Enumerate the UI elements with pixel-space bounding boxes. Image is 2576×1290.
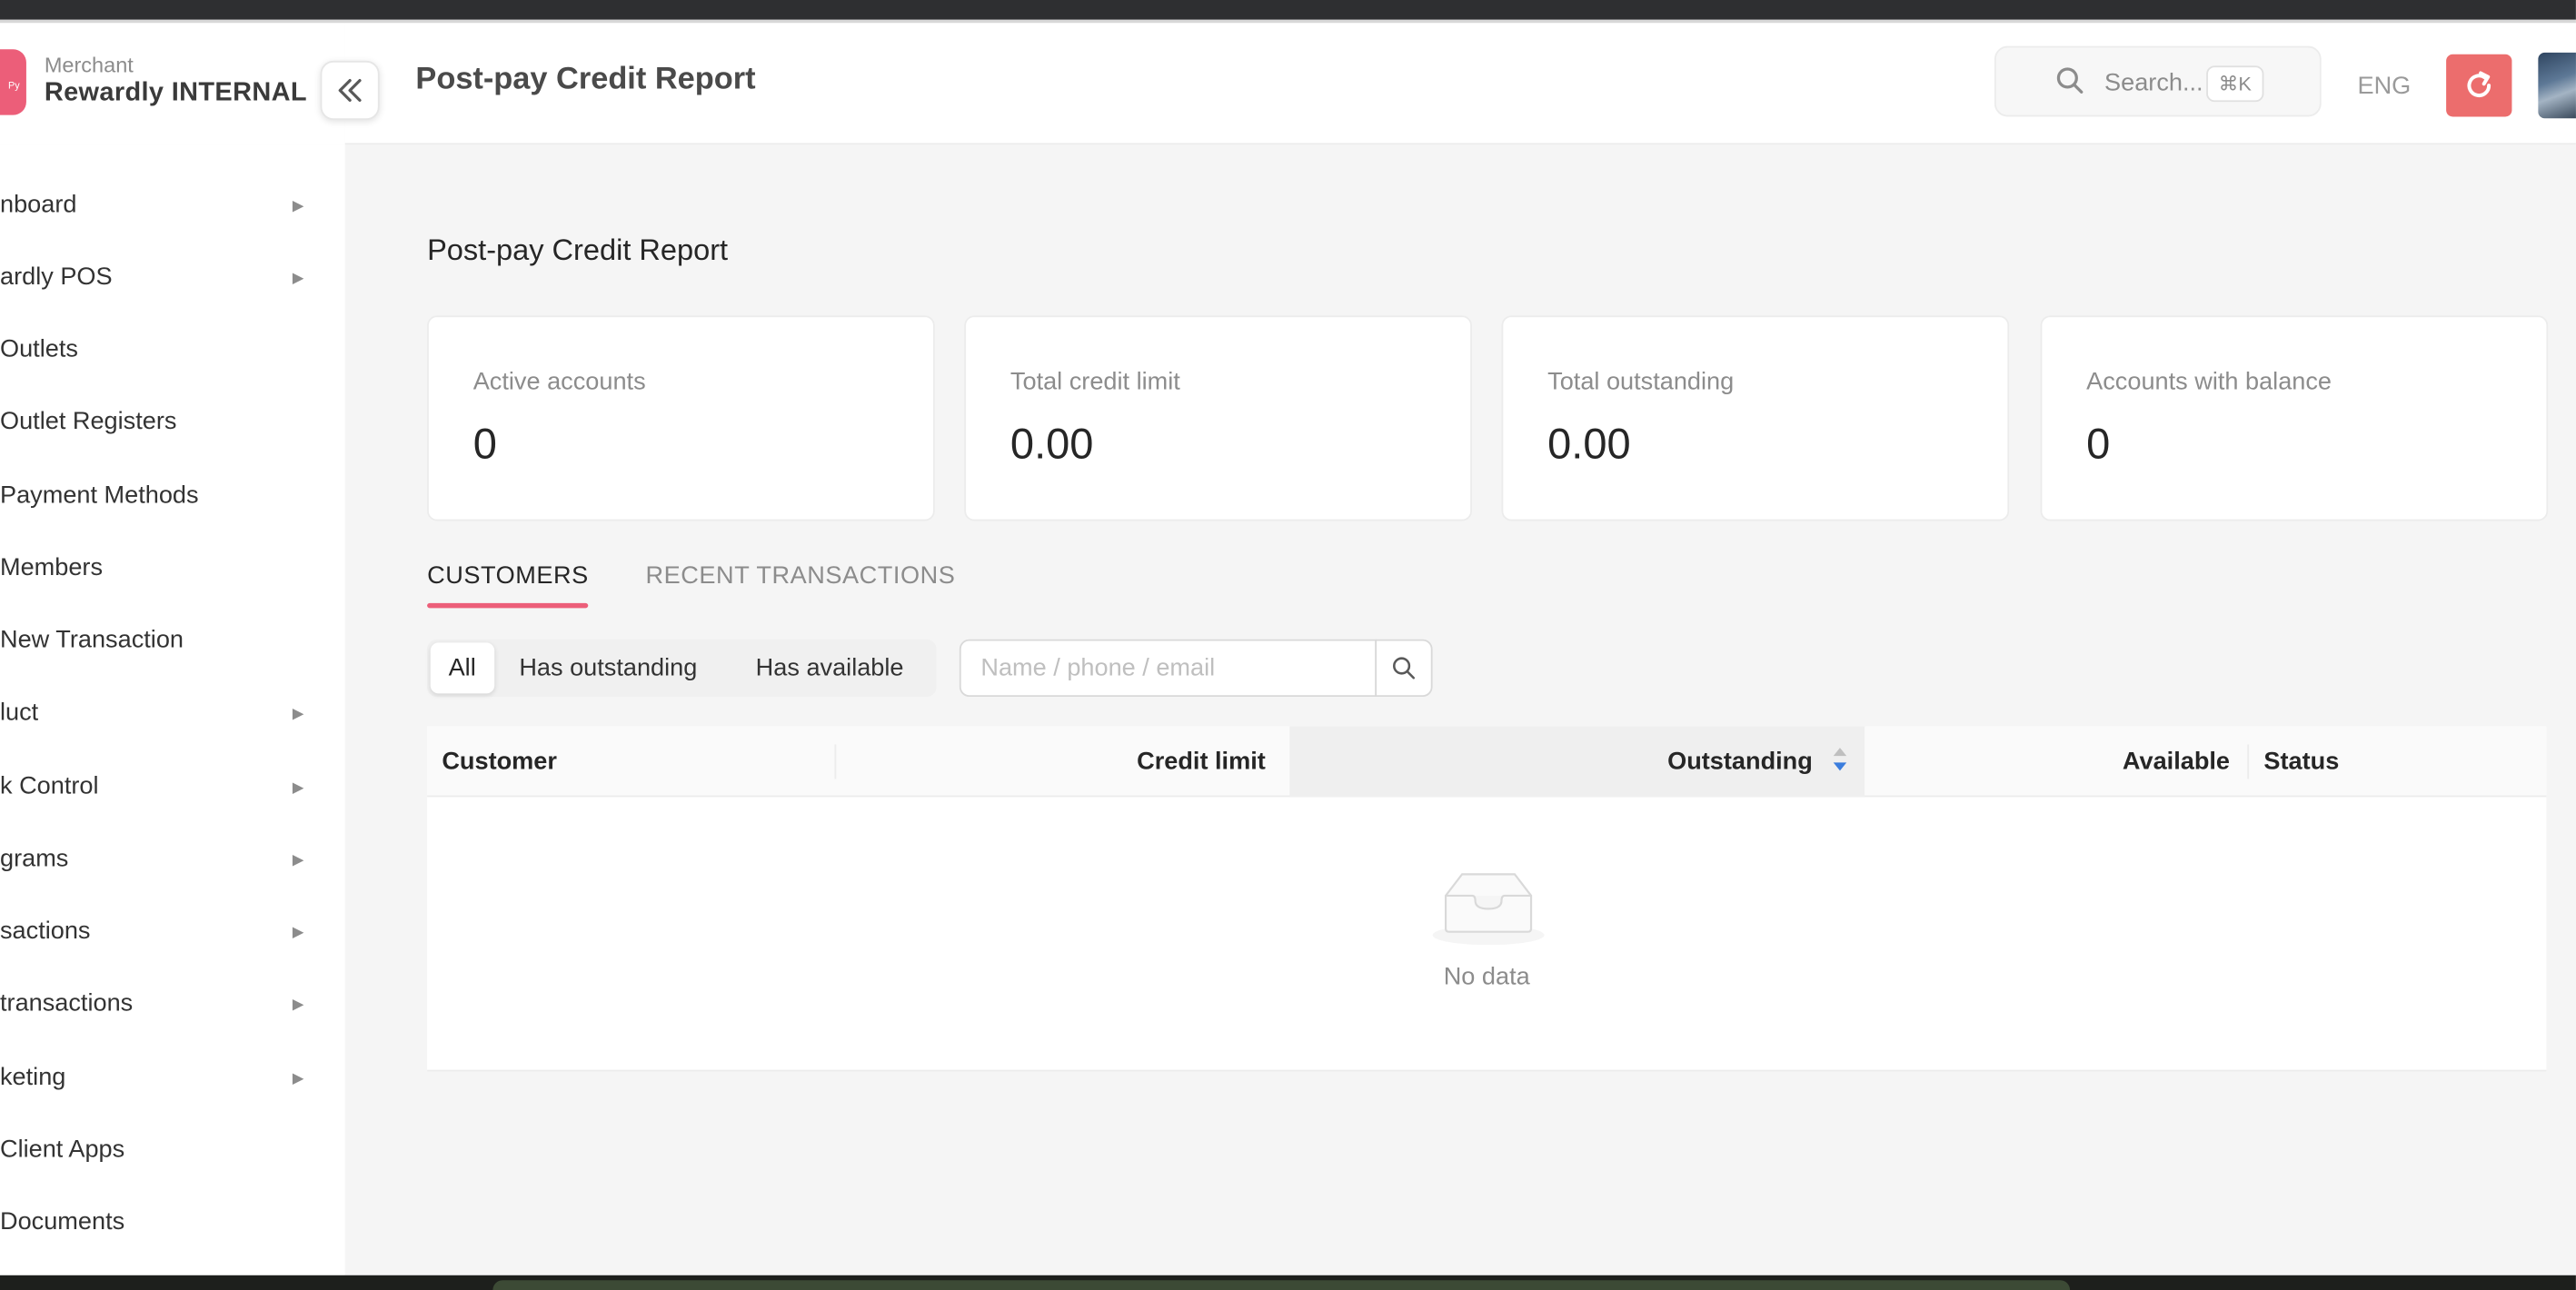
brand-subtitle: Merchant bbox=[44, 52, 134, 78]
table-empty-state: No data bbox=[427, 797, 2546, 1071]
caret-right-icon: ▶ bbox=[292, 197, 304, 214]
collapse-sidebar-button[interactable] bbox=[320, 60, 380, 121]
tab-recent-transactions[interactable]: RECENT TRANSACTIONS bbox=[646, 562, 956, 590]
tab-customers[interactable]: CUSTOMERS bbox=[427, 562, 589, 590]
active-tab-indicator bbox=[427, 602, 589, 609]
caret-right-icon: ▶ bbox=[292, 779, 304, 796]
caret-right-icon: ▶ bbox=[292, 923, 304, 940]
global-search-placeholder: Search... bbox=[2104, 68, 2203, 97]
sidebar-item-label: luct bbox=[0, 698, 39, 727]
brand-logo[interactable]: Py bbox=[0, 49, 26, 115]
stat-card-active-accounts: Active accounts 0 bbox=[427, 315, 935, 521]
double-chevron-left-icon bbox=[338, 79, 362, 102]
stat-label: Accounts with balance bbox=[2086, 368, 2332, 396]
search-icon bbox=[2056, 67, 2084, 94]
stat-value: 0 bbox=[2086, 419, 2111, 469]
sidebar-item-label: Payment Methods bbox=[0, 481, 199, 510]
sidebar-item-members[interactable]: Members bbox=[0, 539, 345, 598]
app-window: Py Merchant Rewardly INTERNAL Post-pay C… bbox=[0, 0, 2576, 1290]
sidebar-item-new-transaction[interactable]: New Transaction bbox=[0, 611, 345, 670]
search-icon bbox=[1393, 657, 1416, 680]
caret-right-icon: ▶ bbox=[292, 996, 304, 1013]
column-header-customer[interactable]: Customer bbox=[442, 727, 557, 798]
sidebar-item-label: Documents bbox=[0, 1207, 125, 1236]
caret-right-icon: ▶ bbox=[292, 269, 304, 286]
page-title: Post-pay Credit Report bbox=[415, 62, 756, 97]
sidebar: nboard ▶ ardly POS ▶ Outlets Outlet Regi… bbox=[0, 144, 345, 1275]
window-bottom-bar bbox=[0, 1275, 2576, 1290]
sidebar-item-outlets[interactable]: Outlets bbox=[0, 321, 345, 380]
column-divider bbox=[2247, 744, 2250, 779]
sidebar-item-label: sactions bbox=[0, 917, 91, 946]
sidebar-item-label: New Transaction bbox=[0, 626, 184, 654]
sidebar-item-dashboard[interactable]: nboard ▶ bbox=[0, 176, 345, 235]
sort-descending-icon[interactable] bbox=[1832, 743, 1848, 776]
language-switcher[interactable]: ENG bbox=[2357, 73, 2411, 101]
table-header: Customer Credit limit Outstanding Availa… bbox=[427, 726, 2547, 798]
stat-card-total-outstanding: Total outstanding 0.00 bbox=[1501, 315, 2010, 521]
sidebar-item-marketing[interactable]: keting ▶ bbox=[0, 1048, 345, 1107]
sidebar-item-client-apps[interactable]: Client Apps bbox=[0, 1121, 345, 1180]
sidebar-item-payment-methods[interactable]: Payment Methods bbox=[0, 467, 345, 526]
sidebar-item-label: Outlet Registers bbox=[0, 407, 177, 436]
caret-right-icon: ▶ bbox=[292, 1069, 304, 1087]
empty-state-text: No data bbox=[1443, 963, 1530, 991]
sidebar-item-product[interactable]: luct ▶ bbox=[0, 684, 345, 743]
refresh-icon bbox=[2467, 71, 2491, 97]
refresh-button[interactable] bbox=[2446, 54, 2512, 117]
stat-card-accounts-with-balance: Accounts with balance 0 bbox=[2040, 315, 2549, 521]
sidebar-item-label: k Control bbox=[0, 772, 99, 800]
sidebar-item-label: Outlets bbox=[0, 335, 78, 363]
stat-value: 0.00 bbox=[1547, 419, 1631, 469]
column-header-available[interactable]: Available bbox=[2123, 727, 2230, 798]
stat-label: Total outstanding bbox=[1547, 368, 1735, 396]
caret-right-icon: ▶ bbox=[292, 851, 304, 868]
brand-block: Py Merchant Rewardly INTERNAL bbox=[0, 23, 345, 145]
column-divider bbox=[834, 744, 837, 779]
sidebar-item-label: ardly POS bbox=[0, 263, 113, 292]
sidebar-item-label: grams bbox=[0, 844, 69, 873]
filter-option-has-available[interactable]: Has available bbox=[738, 642, 922, 693]
sidebar-item-rewardly-pos[interactable]: ardly POS ▶ bbox=[0, 248, 345, 307]
customer-search-button[interactable] bbox=[1375, 639, 1433, 698]
sidebar-item-documents[interactable]: Documents bbox=[0, 1193, 345, 1252]
filter-option-all[interactable]: All bbox=[430, 642, 494, 694]
search-shortcut-badge: ⌘K bbox=[2206, 65, 2264, 103]
user-avatar[interactable] bbox=[2538, 52, 2576, 119]
filter-option-has-outstanding[interactable]: Has outstanding bbox=[501, 642, 715, 693]
sidebar-item-programs[interactable]: grams ▶ bbox=[0, 830, 345, 889]
brand-name[interactable]: Rewardly INTERNAL bbox=[45, 79, 307, 109]
brand-logo-text: Py bbox=[8, 82, 20, 93]
report-title: Post-pay Credit Report bbox=[427, 233, 729, 267]
sidebar-item-outlet-registers[interactable]: Outlet Registers bbox=[0, 392, 345, 452]
sidebar-item-label: nboard bbox=[0, 190, 77, 219]
empty-inbox-icon bbox=[1432, 873, 1545, 946]
column-header-outstanding[interactable]: Outstanding bbox=[1667, 727, 1813, 798]
stat-card-total-credit-limit: Total credit limit 0.00 bbox=[964, 315, 1472, 521]
customers-table: Customer Credit limit Outstanding Availa… bbox=[427, 726, 2547, 1072]
sidebar-item-stock-control[interactable]: k Control ▶ bbox=[0, 758, 345, 817]
caret-right-icon: ▶ bbox=[292, 705, 304, 722]
balance-filter-segmented: All Has outstanding Has available bbox=[427, 639, 937, 698]
stat-value: 0.00 bbox=[1010, 419, 1094, 469]
sidebar-item-transactions[interactable]: sactions ▶ bbox=[0, 902, 345, 961]
stat-value: 0 bbox=[472, 419, 497, 469]
customer-search-input[interactable] bbox=[959, 639, 1378, 698]
window-top-bar bbox=[0, 0, 2576, 20]
stat-label: Total credit limit bbox=[1010, 368, 1180, 396]
sidebar-item-label: keting bbox=[0, 1063, 66, 1092]
sidebar-item-label: Members bbox=[0, 553, 104, 582]
column-header-credit-limit[interactable]: Credit limit bbox=[1137, 727, 1266, 798]
sidebar-item-label: transactions bbox=[0, 989, 134, 1017]
global-search[interactable]: Search... ⌘K bbox=[1994, 45, 2322, 117]
column-header-status[interactable]: Status bbox=[2263, 727, 2339, 798]
sidebar-item-other-transactions[interactable]: transactions ▶ bbox=[0, 975, 345, 1034]
stat-label: Active accounts bbox=[472, 368, 646, 396]
sidebar-item-label: Client Apps bbox=[0, 1136, 125, 1164]
